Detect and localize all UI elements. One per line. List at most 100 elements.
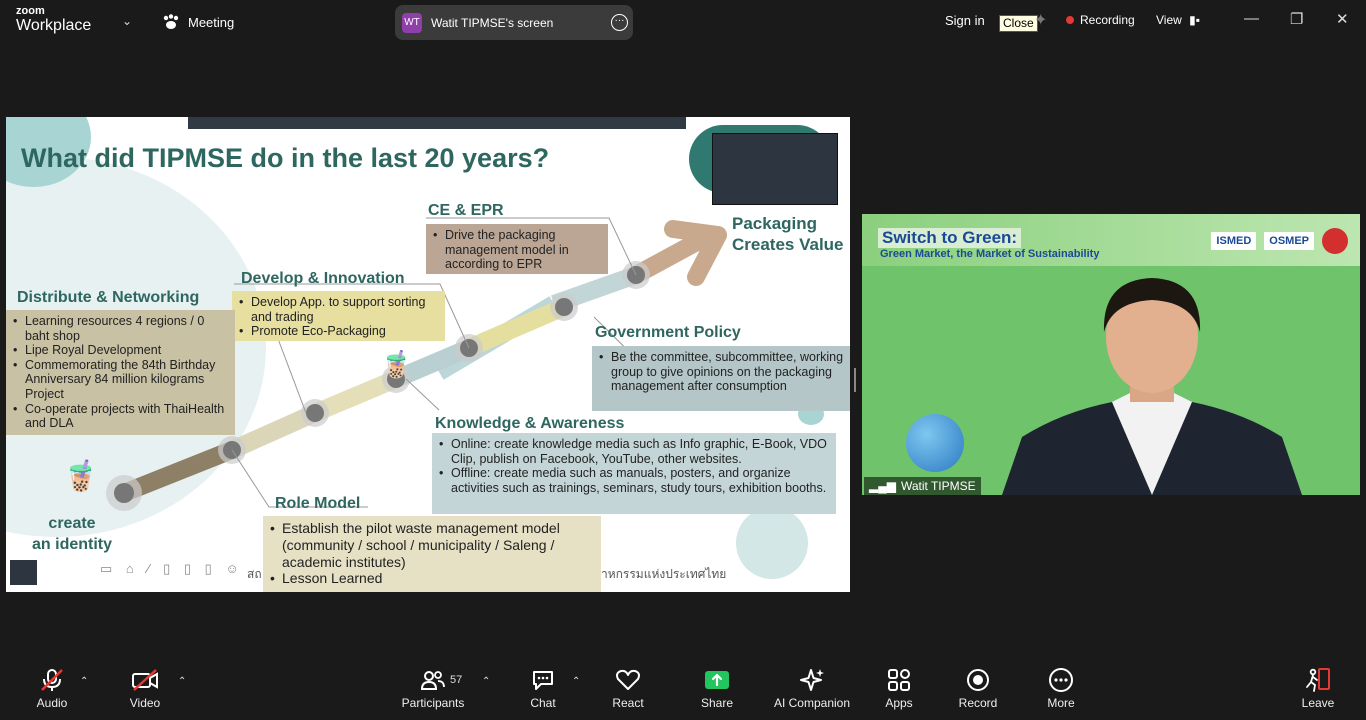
ai-sparkle-icon: [800, 669, 824, 691]
background-title: Switch to Green:: [878, 228, 1022, 248]
video-off-icon: [132, 669, 158, 691]
more-button[interactable]: More: [1044, 664, 1078, 710]
chat-label: Chat: [530, 696, 556, 710]
participants-button[interactable]: Participants: [400, 664, 466, 710]
chat-button[interactable]: Chat: [526, 664, 560, 710]
minimize-icon[interactable]: —: [1244, 10, 1259, 27]
react-button[interactable]: React: [610, 664, 646, 710]
knowledge-item: Offline: create media such as manuals, p…: [438, 466, 830, 495]
participant-name: Watit TIPMSE: [900, 479, 976, 493]
record-button[interactable]: Record: [958, 664, 998, 710]
develop-box: Develop App. to support sorting and trad…: [232, 291, 445, 341]
meeting-label: Meeting: [188, 14, 235, 30]
top-bar: zoom Workplace ⌄ Meeting WT Watit TIPMSE…: [0, 0, 1366, 44]
leave-icon: [1306, 668, 1330, 692]
mascot-icon: 🧋: [380, 349, 413, 379]
recording-label: Recording: [1080, 13, 1135, 27]
close-icon[interactable]: ✕: [1336, 10, 1349, 28]
panel-resize-handle[interactable]: [854, 368, 856, 392]
ce-epr-box: Drive the packaging management model in …: [426, 224, 608, 274]
government-box: Be the committee, subcommittee, working …: [592, 346, 850, 411]
sponsor-logos: ISMED OSMEP: [1211, 228, 1348, 254]
knowledge-heading: Knowledge & Awareness: [435, 415, 625, 432]
distribute-heading: Distribute & Networking: [17, 289, 200, 306]
role-model-item: Establish the pilot waste management mod…: [269, 520, 595, 570]
knowledge-item: Online: create knowledge media such as I…: [438, 437, 830, 466]
packaging-value-label: Packaging Creates Value: [732, 213, 844, 255]
asean-logo: [1322, 228, 1348, 254]
leave-button[interactable]: Leave: [1300, 664, 1336, 710]
participants-icon: [421, 671, 445, 690]
logo-line2: Workplace: [16, 17, 92, 34]
packaging-line2: Creates Value: [732, 235, 844, 254]
paw-icon: [163, 14, 179, 29]
share-button[interactable]: Share: [700, 664, 734, 710]
more-icon: [1049, 668, 1073, 692]
distribute-item: Co-operate projects with ThaiHealth and …: [12, 402, 229, 431]
footer-right-text: าหกรรมแห่งประเทศไทย: [601, 567, 727, 581]
distribute-box: Learning resources 4 regions / 0 baht sh…: [6, 310, 235, 435]
chevron-down-icon[interactable]: ⌄: [122, 14, 132, 28]
apps-button[interactable]: Apps: [882, 664, 916, 710]
chat-options-caret-icon[interactable]: ⌃: [572, 676, 580, 687]
share-label: Share: [700, 696, 734, 710]
role-model-box: Establish the pilot waste management mod…: [263, 516, 601, 592]
video-button[interactable]: Video: [126, 664, 164, 710]
meeting-toolbar: Audio ⌃ Video ⌃ Participants 57 ⌃ Chat ⌃…: [0, 660, 1366, 720]
zoom-logo: zoom Workplace: [16, 6, 91, 34]
packaging-line1: Packaging: [732, 214, 818, 233]
more-options-icon[interactable]: ···: [611, 14, 628, 31]
create-identity-line2: an identity: [32, 536, 113, 553]
distribute-item: Commemorating the 84th Birthday Annivers…: [12, 358, 229, 402]
mascot-icon: 🧋: [62, 460, 100, 493]
develop-item: Promote Eco-Packaging: [238, 324, 439, 339]
screen-share-label: Watit TIPMSE's screen: [431, 15, 554, 30]
screen-share-indicator[interactable]: WT Watit TIPMSE's screen ···: [395, 5, 633, 40]
participants-options-caret-icon[interactable]: ⌃: [482, 676, 490, 687]
more-label: More: [1047, 696, 1075, 710]
record-icon: [967, 669, 989, 691]
record-label: Record: [958, 696, 998, 710]
audio-label: Audio: [36, 696, 68, 710]
video-options-caret-icon[interactable]: ⌃: [178, 676, 186, 687]
participant-video-tile[interactable]: Switch to Green: Green Market, the Marke…: [862, 214, 1360, 495]
sign-in-button[interactable]: Sign in: [945, 13, 985, 28]
apps-icon: [888, 669, 910, 691]
presenter-avatar: WT: [402, 12, 422, 33]
role-model-heading: Role Model: [275, 495, 361, 512]
develop-heading: Develop & Innovation: [241, 270, 405, 287]
ce-epr-heading: CE & EPR: [428, 202, 504, 219]
heart-icon: [616, 669, 640, 690]
recording-indicator[interactable]: Recording: [1066, 13, 1135, 27]
create-identity-line1: create: [48, 515, 96, 532]
participants-label: Participants: [401, 696, 465, 710]
signal-strength-icon: ▂▄▆: [869, 479, 896, 493]
muted-mic-icon: [41, 669, 63, 691]
logo-line1: zoom: [16, 5, 45, 17]
government-heading: Government Policy: [595, 324, 741, 341]
ismed-logo: ISMED: [1211, 232, 1257, 250]
restore-icon[interactable]: ❐: [1290, 10, 1303, 28]
recording-dot-icon: [1066, 16, 1074, 24]
knowledge-box: Online: create knowledge media such as I…: [432, 433, 836, 514]
sparkle-icon[interactable]: ✦: [1034, 10, 1047, 30]
view-icon: ▮▪: [1189, 13, 1200, 27]
distribute-item: Lipe Royal Development: [12, 343, 229, 358]
view-label: View: [1156, 13, 1182, 27]
background-subtitle: Green Market, the Market of Sustainabili…: [880, 248, 1100, 260]
distribute-item: Learning resources 4 regions / 0 baht sh…: [12, 314, 229, 343]
audio-options-caret-icon[interactable]: ⌃: [80, 676, 88, 687]
participants-count: 57: [450, 674, 463, 686]
close-tooltip: Close: [999, 15, 1038, 32]
meeting-info-button[interactable]: Meeting: [162, 14, 234, 30]
view-button[interactable]: View ▮▪: [1156, 13, 1200, 27]
ai-companion-button[interactable]: AI Companion: [772, 664, 852, 710]
ai-companion-label: AI Companion: [773, 696, 851, 710]
ce-epr-item: Drive the packaging management model in …: [432, 228, 602, 272]
globe-icon: [906, 414, 964, 472]
audio-button[interactable]: Audio: [34, 664, 70, 710]
develop-item: Develop App. to support sorting and trad…: [238, 295, 439, 324]
share-screen-icon: [705, 671, 729, 689]
chat-icon: [533, 671, 553, 690]
apps-label: Apps: [885, 696, 913, 710]
